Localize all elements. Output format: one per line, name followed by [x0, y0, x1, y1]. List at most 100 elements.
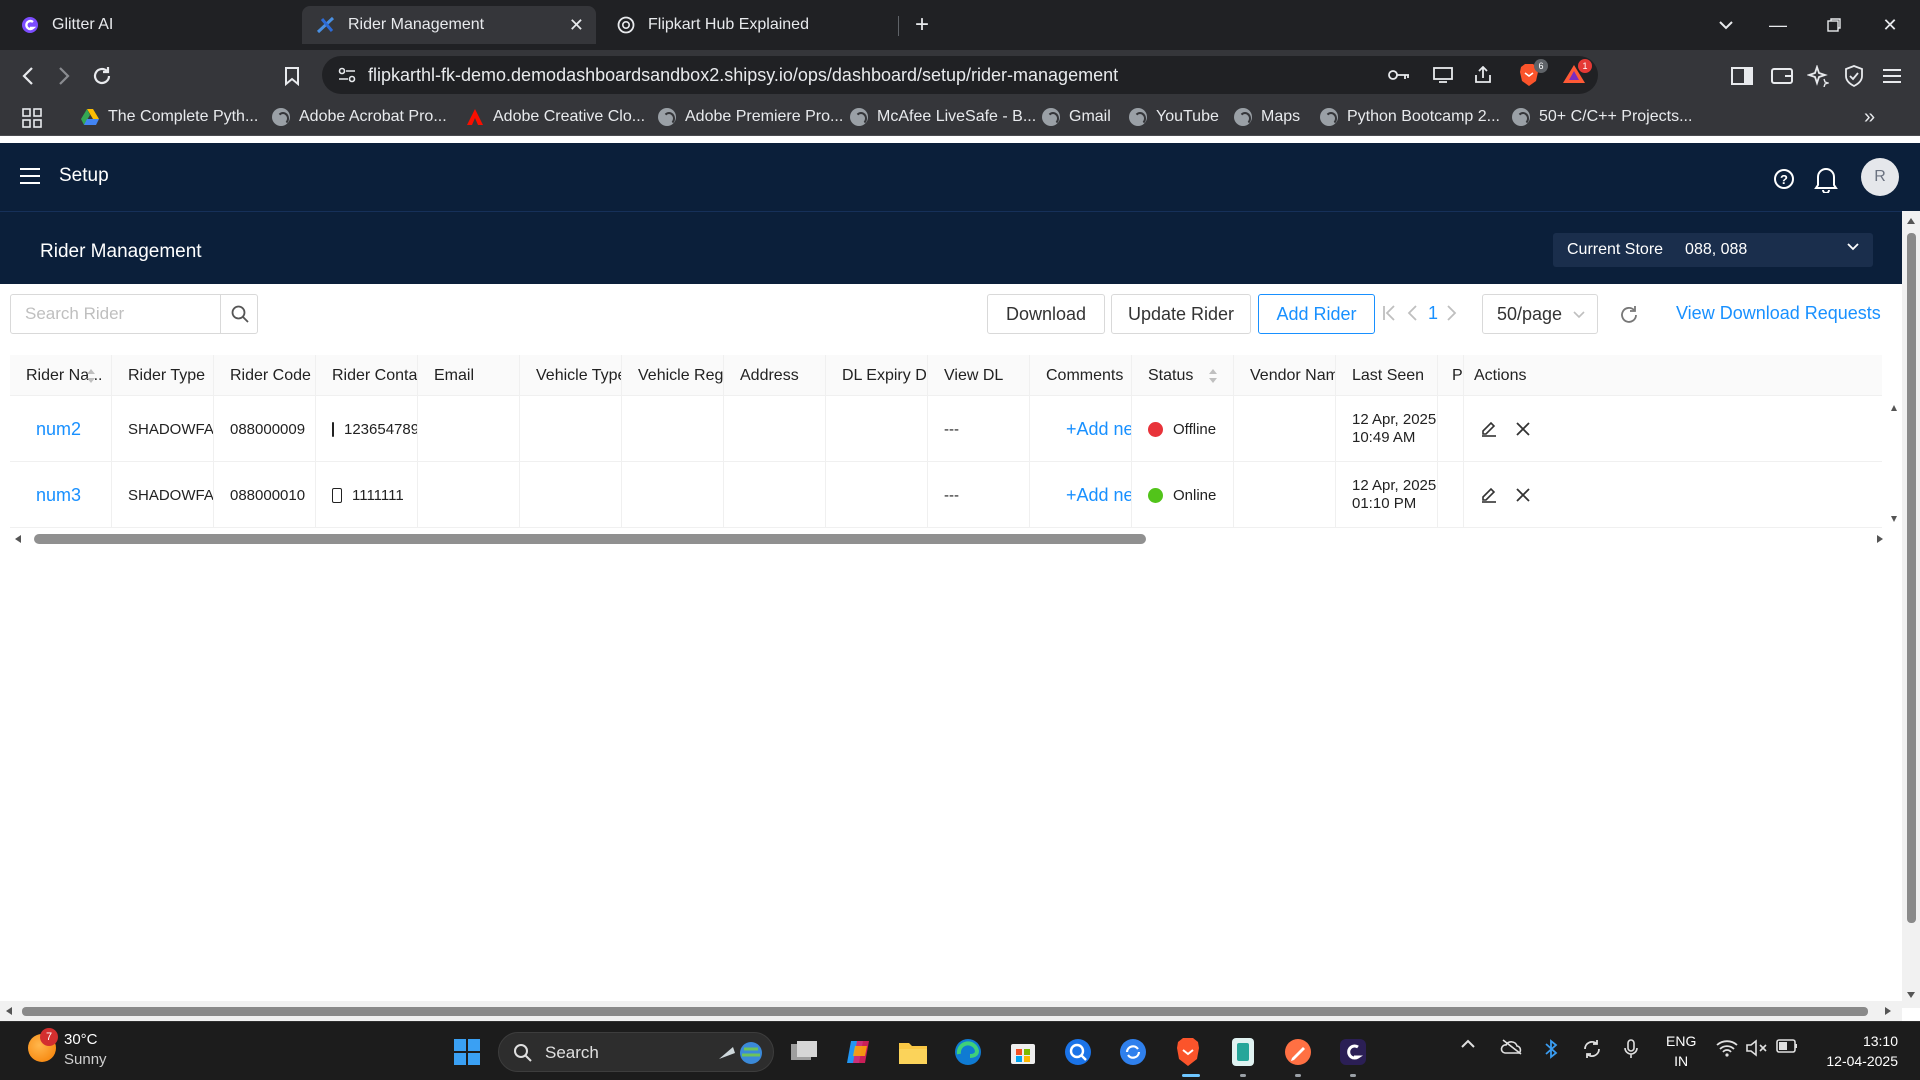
glitter-ai-taskbar-icon[interactable] [1337, 1036, 1369, 1068]
apps-grid-icon[interactable] [22, 108, 42, 128]
bookmark-item[interactable]: Maps [1234, 108, 1300, 126]
task-view-icon[interactable] [788, 1036, 820, 1068]
sync-tray-icon[interactable] [1582, 1039, 1602, 1059]
bookmark-item[interactable]: Adobe Creative Clo... [466, 108, 645, 126]
delete-icon[interactable] [1514, 486, 1532, 504]
add-rider-button[interactable]: Add Rider [1258, 294, 1375, 334]
reload-icon[interactable] [86, 60, 118, 92]
vpn-shield-icon[interactable] [1838, 60, 1870, 92]
browser-menu-icon[interactable] [1876, 60, 1908, 92]
forward-icon[interactable] [48, 60, 80, 92]
bookmark-item[interactable]: Gmail [1042, 108, 1111, 126]
tab-rider-management[interactable]: Rider Management ✕ [302, 6, 596, 44]
sync-app-icon[interactable] [1117, 1036, 1149, 1068]
prev-page-icon[interactable] [1406, 304, 1418, 322]
more-bookmarks-icon[interactable]: » [1864, 106, 1875, 129]
scroll-right-icon[interactable] [1876, 534, 1884, 544]
download-button[interactable]: Download [987, 294, 1105, 334]
bluetooth-icon[interactable] [1544, 1039, 1558, 1059]
edit-icon[interactable] [1480, 486, 1498, 504]
bookmark-item[interactable]: Adobe Premiere Pro... [658, 108, 843, 126]
table-horizontal-scrollbar[interactable] [10, 531, 1884, 547]
new-tab-icon[interactable]: + [894, 0, 950, 50]
hamburger-menu-icon[interactable] [20, 168, 40, 184]
password-key-icon[interactable] [1388, 65, 1410, 85]
onedrive-offline-icon[interactable] [1500, 1039, 1524, 1055]
tab-flipkart-hub[interactable]: Flipkart Hub Explained [602, 6, 894, 44]
refresh-icon[interactable] [1618, 304, 1640, 326]
copilot-icon[interactable] [842, 1036, 874, 1068]
taskbar-search[interactable]: Search [498, 1032, 774, 1072]
page-size-select[interactable]: 50/page [1482, 294, 1598, 334]
table-scroll-up-icon[interactable] [1890, 404, 1898, 412]
first-page-icon[interactable] [1382, 304, 1396, 322]
sort-icon[interactable] [87, 369, 95, 383]
quick-assist-icon[interactable] [1062, 1036, 1094, 1068]
language-indicator[interactable]: ENG IN [1666, 1031, 1696, 1071]
close-tab-icon[interactable]: ✕ [569, 15, 584, 36]
tab-search-chevron-icon[interactable] [1698, 0, 1754, 50]
url-text[interactable]: flipkarthl-fk-demo.demodashboardsandbox2… [368, 65, 1118, 86]
back-icon[interactable] [12, 60, 44, 92]
bookmark-item[interactable]: YouTube [1129, 108, 1219, 126]
microphone-icon[interactable] [1624, 1039, 1638, 1059]
next-page-icon[interactable] [1446, 304, 1458, 322]
table-scroll-down-icon[interactable] [1890, 515, 1898, 523]
wallet-icon[interactable] [1766, 60, 1798, 92]
file-explorer-icon[interactable] [897, 1036, 929, 1068]
current-page[interactable]: 1 [1428, 303, 1438, 324]
update-rider-button[interactable]: Update Rider [1111, 294, 1251, 334]
add-comment-link[interactable]: +Add nev [1030, 396, 1132, 462]
edge-browser-icon[interactable] [952, 1036, 984, 1068]
brave-browser-icon[interactable] [1172, 1036, 1204, 1068]
microsoft-store-icon[interactable] [1007, 1036, 1039, 1068]
scroll-left-icon[interactable] [5, 1006, 13, 1016]
tab-glitter-ai[interactable]: Glitter AI [6, 6, 238, 44]
address-bar[interactable]: flipkarthl-fk-demo.demodashboardsandbox2… [322, 56, 1598, 94]
bookmark-item[interactable]: 50+ C/C++ Projects... [1512, 108, 1692, 126]
leo-ai-icon[interactable] [1802, 60, 1834, 92]
view-download-requests-link[interactable]: View Download Requests [1676, 303, 1881, 324]
system-clock[interactable]: 13:10 12-04-2025 [1826, 1031, 1898, 1071]
column-header-status[interactable]: Status [1132, 355, 1234, 396]
edit-icon[interactable] [1480, 420, 1498, 438]
close-window-icon[interactable]: ✕ [1862, 0, 1918, 50]
wifi-icon[interactable] [1716, 1039, 1738, 1057]
scrollbar-thumb[interactable] [22, 1007, 1868, 1016]
brave-shields-icon[interactable]: 6 [1518, 59, 1548, 87]
windows-start-icon[interactable] [451, 1036, 483, 1068]
restore-icon[interactable] [1806, 0, 1862, 50]
scrollbar-thumb[interactable] [34, 534, 1146, 544]
sort-icon[interactable] [1209, 369, 1217, 383]
brave-rewards-icon[interactable]: 1 [1562, 59, 1592, 87]
delete-icon[interactable] [1514, 420, 1532, 438]
share-icon[interactable] [1472, 65, 1494, 85]
weather-condition[interactable]: Sunny [64, 1051, 107, 1068]
help-icon[interactable]: ? [1774, 169, 1794, 189]
search-input[interactable] [11, 295, 220, 333]
bookmark-icon[interactable] [276, 60, 308, 92]
drawing-app-icon[interactable] [1282, 1036, 1314, 1068]
sidebar-toggle-icon[interactable] [1726, 60, 1758, 92]
notes-app-icon[interactable] [1227, 1036, 1259, 1068]
site-settings-icon[interactable] [336, 65, 358, 85]
column-header-rider-name[interactable]: Rider Na... [10, 355, 112, 396]
scrollbar-thumb[interactable] [1907, 233, 1916, 923]
scroll-up-icon[interactable] [1906, 217, 1916, 225]
scroll-down-icon[interactable] [1906, 991, 1916, 999]
search-button[interactable] [220, 295, 258, 333]
bookmark-item[interactable]: McAfee LiveSafe - B... [850, 108, 1036, 126]
bookmark-item[interactable]: The Complete Pyth... [80, 108, 258, 126]
avatar[interactable]: R [1861, 158, 1899, 196]
weather-temperature[interactable]: 30°C [64, 1031, 98, 1048]
scroll-right-icon[interactable] [1884, 1006, 1892, 1016]
add-comment-link[interactable]: +Add nev [1030, 462, 1132, 528]
rider-name-link[interactable]: num2 [10, 396, 112, 462]
page-vertical-scrollbar[interactable] [1902, 211, 1920, 1008]
install-app-icon[interactable] [1432, 65, 1454, 85]
notification-bell-icon[interactable] [1814, 165, 1840, 194]
page-horizontal-scrollbar[interactable] [0, 1001, 1902, 1021]
minimize-icon[interactable]: — [1750, 0, 1806, 50]
volume-muted-icon[interactable] [1746, 1039, 1768, 1057]
scroll-left-icon[interactable] [14, 534, 22, 544]
